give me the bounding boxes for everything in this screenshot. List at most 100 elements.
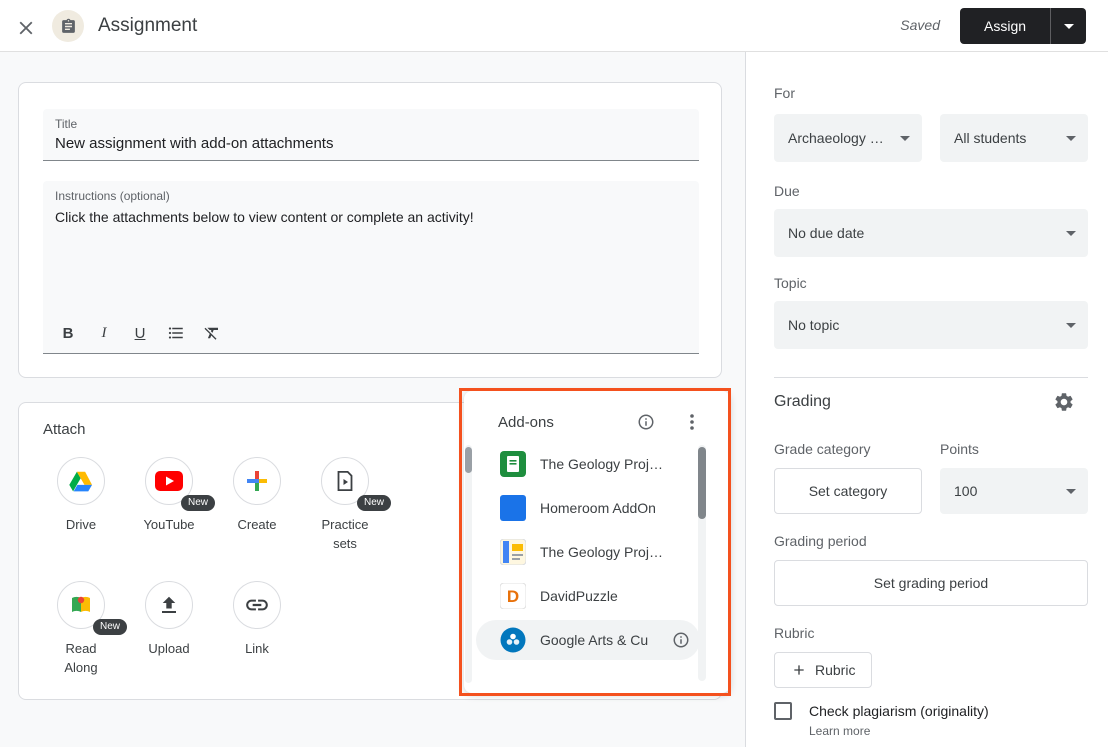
addons-scrollbar-left[interactable] [465,445,472,683]
grading-heading: Grading [774,393,831,411]
bulleted-list-button[interactable] [158,317,194,349]
due-label: Due [774,183,800,199]
due-date-select[interactable]: No due date [774,209,1088,257]
scrollbar-thumb[interactable] [698,447,706,519]
attach-heading: Attach [43,421,86,438]
topic-label: Topic [774,275,807,291]
instructions-field[interactable]: Instructions (optional) Click the attach… [43,181,699,354]
clear-formatting-button[interactable] [194,317,230,349]
grading-settings-button[interactable] [1050,388,1078,416]
attach-item-label: Create [213,515,301,534]
drive-icon [68,468,94,494]
plagiarism-checkbox[interactable] [774,702,792,720]
settings-sidebar: For Archaeology … All students Due No du… [745,52,1108,747]
scrollbar-thumb[interactable] [465,447,472,473]
grade-category-label: Grade category [774,441,871,457]
drive-button[interactable] [57,457,105,505]
addon-item-homeroom[interactable]: Homeroom AddOn [464,486,730,530]
attach-item-create[interactable]: Create [213,457,301,534]
bold-button[interactable]: B [50,317,86,349]
attach-item-practice-sets[interactable]: New Practice sets [301,457,389,553]
upload-button[interactable] [145,581,193,629]
grading-period-label: Grading period [774,533,867,549]
assign-button[interactable]: Assign [960,8,1050,44]
clear-formatting-icon [203,324,221,342]
attach-item-upload[interactable]: Upload [125,581,213,658]
addons-more-button[interactable] [680,410,704,434]
addons-popup: Add-ons The Geology Proj… Homeroom Ad [464,391,730,693]
class-select-value: Archaeology … [788,130,892,146]
attach-item-read-along[interactable]: New Read Along [37,581,125,677]
addon-item-geology-2[interactable]: The Geology Proj… [464,530,730,574]
bulleted-list-icon [167,324,185,342]
title-field[interactable]: Title New assignment with add-on attachm… [43,109,699,161]
topic-select[interactable]: No topic [774,301,1088,349]
davidpuzzle-addon-icon: D [500,583,526,609]
addon-item-arts-culture[interactable]: Google Arts & Cu [476,620,700,660]
chevron-down-icon [900,136,910,141]
create-button[interactable] [233,457,281,505]
attach-item-label: Upload [125,639,213,658]
topic-select-value: No topic [788,317,847,333]
learn-more-link[interactable]: Learn more [809,724,870,738]
set-category-button[interactable]: Set category [774,468,922,514]
new-badge: New [357,495,391,511]
addon-name: The Geology Proj… [540,456,663,472]
addon-item-geology-1[interactable]: The Geology Proj… [464,442,730,486]
saved-status: Saved [900,17,940,33]
assign-dropdown-button[interactable] [1050,8,1086,44]
close-button[interactable] [12,14,40,42]
points-select[interactable]: 100 [940,468,1088,514]
addon-item-davidpuzzle[interactable]: D DavidPuzzle [464,574,730,618]
more-vertical-icon [690,414,694,430]
students-select[interactable]: All students [940,114,1088,162]
attach-item-youtube[interactable]: New YouTube [125,457,213,534]
rubric-label: Rubric [774,625,814,641]
addons-title: Add-ons [498,414,554,431]
class-select[interactable]: Archaeology … [774,114,922,162]
addon-name: The Geology Proj… [540,544,663,560]
formatting-toolbar: B I U [50,317,230,349]
chevron-down-icon [1066,136,1076,141]
addon-name: Homeroom AddOn [540,500,656,516]
page-title: Assignment [98,0,197,52]
instructions-field-label: Instructions (optional) [55,189,170,203]
read-along-icon [69,593,93,617]
addons-header: Add-ons [464,391,730,442]
arts-culture-addon-icon [500,627,526,653]
top-bar: Assignment Saved Assign [0,0,1108,52]
chevron-down-icon [1066,231,1076,236]
plus-icon [791,662,807,678]
assignment-type-badge [52,10,84,42]
practice-sets-icon [333,469,357,493]
due-select-value: No due date [788,225,872,241]
chevron-down-icon [1064,24,1074,29]
addons-info-button[interactable] [634,410,658,434]
title-field-label: Title [55,117,77,131]
assignment-clipboard-icon [60,18,77,35]
attach-item-label: Drive [37,515,125,534]
attach-item-link[interactable]: Link [213,581,301,658]
create-plus-icon [245,469,269,493]
attach-item-label: Link [213,639,301,658]
gear-icon [1053,391,1075,413]
addons-scrollbar-right[interactable] [698,445,706,681]
upload-icon [157,593,181,617]
underline-button[interactable]: U [122,317,158,349]
new-badge: New [93,619,127,635]
for-label: For [774,85,795,101]
plagiarism-row: Check plagiarism (originality) Learn mor… [774,702,989,740]
homeroom-addon-icon [500,495,526,521]
plagiarism-label: Check plagiarism (originality) [809,702,989,720]
add-rubric-button[interactable]: Rubric [774,652,872,688]
students-select-value: All students [954,130,1034,146]
addon-info-button[interactable] [670,629,692,651]
info-icon [637,413,655,431]
italic-button[interactable]: I [86,317,122,349]
set-grading-period-button[interactable]: Set grading period [774,560,1088,606]
link-button[interactable] [233,581,281,629]
geology-addon-icon [500,451,526,477]
section-divider [774,377,1088,378]
attach-item-drive[interactable]: Drive [37,457,125,534]
svg-text:D: D [507,587,519,606]
